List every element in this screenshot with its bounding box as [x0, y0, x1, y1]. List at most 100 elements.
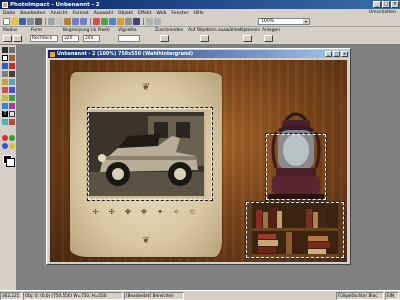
auf-objekten-label: Auf Objekten auswählen — [188, 28, 242, 33]
crop-icon[interactable] — [133, 18, 140, 25]
fill-tool-icon[interactable] — [2, 103, 8, 109]
shape-tool-icon[interactable] — [9, 111, 15, 117]
new-file-icon[interactable] — [3, 18, 10, 25]
maximize-button[interactable]: □ — [382, 1, 390, 8]
tool-panel: T — [0, 45, 17, 290]
mode-new-button[interactable] — [3, 35, 12, 42]
document-title: Unbenannt - 2 (100%) 750x550 (Wahlhinter… — [57, 51, 194, 57]
green-color-icon[interactable] — [9, 135, 15, 141]
retouch-tool-icon[interactable] — [2, 95, 8, 101]
vignette-label: Vignette — [118, 28, 137, 33]
transform-tool-icon[interactable] — [9, 47, 15, 53]
menu-hilfe[interactable]: Hilfe — [193, 11, 203, 16]
magic-wand-icon[interactable] — [2, 63, 8, 69]
bottom-ornament: ❦ — [142, 236, 150, 246]
zoom-in-icon[interactable] — [146, 18, 153, 25]
paint-brush-icon[interactable] — [2, 87, 8, 93]
cut-icon[interactable] — [48, 18, 55, 25]
rotate-icon[interactable] — [125, 18, 132, 25]
menu-objekt[interactable]: Objekt — [118, 11, 133, 16]
menu-format[interactable]: Format — [72, 11, 88, 16]
document-icon — [50, 51, 55, 57]
form-select[interactable]: Rechteck — [30, 35, 58, 42]
text-tool-icon[interactable]: T — [2, 111, 8, 117]
print-icon[interactable] — [35, 18, 42, 25]
menu-datei[interactable]: Datei — [3, 11, 15, 16]
main-toolbar: 100% ▾ — [0, 17, 400, 27]
enhance-icon[interactable] — [109, 18, 116, 25]
minimize-button[interactable]: _ — [373, 1, 381, 8]
zoom-select[interactable]: 100% ▾ — [258, 18, 310, 25]
paste-icon[interactable] — [64, 18, 71, 25]
open-folder-icon[interactable] — [11, 18, 18, 25]
attribute-toolbar: Modus Form Rechteck Begrenzung (in Pixel… — [0, 27, 400, 45]
close-button[interactable]: × — [391, 1, 399, 8]
bezier-tool-icon[interactable] — [9, 63, 15, 69]
menu-bearbeiten[interactable]: Bearbeiten — [20, 11, 45, 16]
blue-color-icon[interactable] — [2, 143, 8, 149]
yellow-color-icon[interactable] — [9, 143, 15, 149]
image-canvas[interactable]: ❦ ✢ ✣ ✤ ✥ ✦ ✧ ✩ ❦ — [50, 60, 347, 262]
pick-tool-icon[interactable] — [2, 47, 8, 53]
stamp-tool-icon[interactable] — [9, 103, 15, 109]
menu-bar: Datei Bearbeiten Ansicht Format Auswahl … — [0, 9, 400, 17]
form-label: Form — [31, 28, 43, 33]
eyedropper-icon[interactable] — [9, 79, 15, 85]
mode-add-button[interactable] — [13, 35, 22, 42]
undo-icon[interactable] — [72, 18, 79, 25]
menu-web[interactable]: Web — [156, 11, 166, 16]
red-color-icon[interactable] — [2, 135, 8, 141]
crop-tool-icon[interactable] — [2, 71, 8, 77]
object-info: Obj: 0: (0,0) (750,550) W=750, H=550 — [23, 291, 123, 300]
zoom-tool-icon[interactable] — [2, 79, 8, 85]
eraser-icon[interactable] — [9, 95, 15, 101]
selection-tool-icon[interactable] — [2, 55, 8, 61]
bend-tool-icon[interactable] — [9, 71, 15, 77]
web-icon[interactable] — [117, 18, 124, 25]
redo-icon[interactable] — [80, 18, 87, 25]
background-color-swatch[interactable] — [6, 158, 15, 167]
color-icon[interactable] — [101, 18, 108, 25]
doc-minimize-button[interactable]: _ — [325, 51, 332, 57]
menu-fenster[interactable]: Fenster — [171, 11, 188, 16]
shelf-selection-marquee[interactable] — [245, 201, 345, 259]
vignette-input[interactable] — [118, 35, 140, 42]
toolbar-separator — [90, 18, 91, 25]
menu-effekt[interactable]: Effekt — [138, 11, 151, 16]
line-tool-icon[interactable] — [2, 119, 8, 125]
menu-umschalten[interactable]: Umschalten — [369, 10, 396, 15]
status-hint: [Bearbeitet] Bereichen — [124, 291, 184, 300]
scan-icon[interactable] — [27, 18, 34, 25]
begrenzung-label: Begrenzung (in Pixel) — [63, 28, 110, 33]
zoom-out-icon[interactable] — [154, 18, 161, 25]
top-ornament: ❦ — [141, 82, 151, 93]
path-tool-icon[interactable] — [9, 119, 15, 125]
status-mode: Füllgelöschter Bloc — [336, 291, 384, 300]
apply-button[interactable] — [264, 35, 273, 42]
doc-close-button[interactable]: × — [341, 51, 348, 57]
width-input[interactable]: 320 — [62, 35, 79, 42]
photo-selection-marquee[interactable] — [87, 107, 213, 201]
effect-icon[interactable] — [93, 18, 100, 25]
options-button[interactable] — [243, 35, 252, 42]
menu-ansicht[interactable]: Ansicht — [51, 11, 68, 16]
doc-maximize-button[interactable]: □ — [333, 51, 340, 57]
chevron-down-icon[interactable]: ▾ — [303, 19, 309, 24]
save-icon[interactable] — [19, 18, 26, 25]
menu-auswahl[interactable]: Auswahl — [94, 11, 113, 16]
clone-brush-icon[interactable] — [9, 87, 15, 93]
zuschneiden-label: Zuschneiden — [155, 28, 184, 33]
zoom-value: 100% — [261, 19, 275, 24]
copy-icon[interactable] — [56, 18, 63, 25]
select-on-objects-button[interactable] — [200, 35, 209, 42]
status-spacer — [185, 292, 335, 300]
ornament-row: ✢ ✣ ✤ ✥ ✦ ✧ ✩ — [92, 208, 200, 216]
height-input[interactable]: 240 — [83, 35, 100, 42]
lasso-tool-icon[interactable] — [9, 55, 15, 61]
cursor-coords: 362,221 — [0, 291, 22, 300]
app-title-bar: PhotoImpact - Unbenannt - 2 _ □ × — [0, 0, 400, 9]
document-window: Unbenannt - 2 (100%) 750x550 (Wahlhinter… — [46, 48, 351, 265]
crop-button[interactable] — [160, 35, 169, 42]
lantern-selection-marquee[interactable] — [265, 133, 327, 201]
optionen-label: Optionen — [240, 28, 261, 33]
